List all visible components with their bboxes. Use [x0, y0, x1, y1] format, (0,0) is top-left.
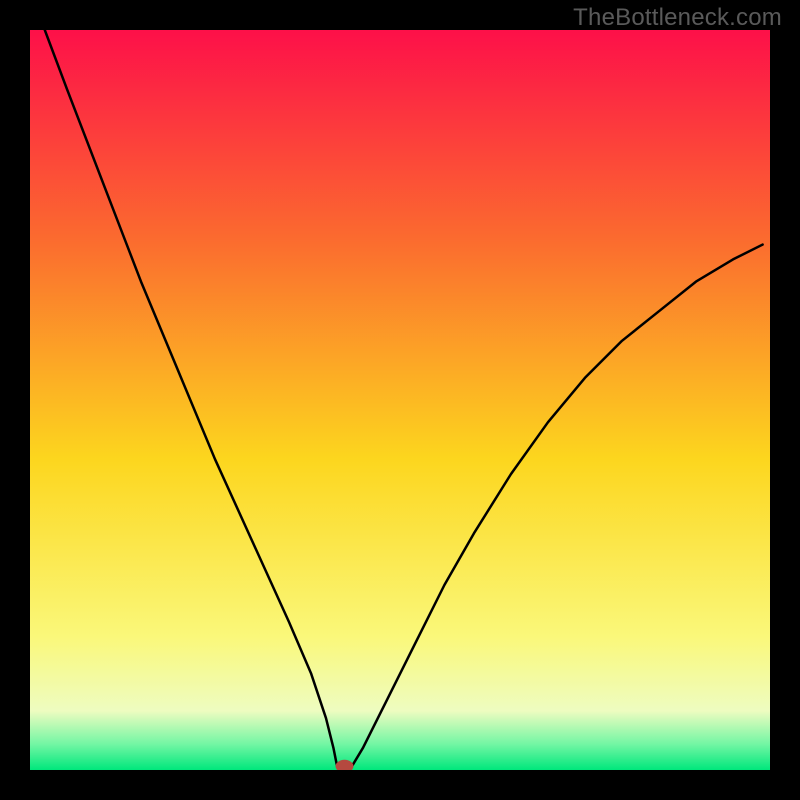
plot-area — [30, 30, 770, 770]
chart-frame: TheBottleneck.com — [0, 0, 800, 800]
plot-svg — [30, 30, 770, 770]
gradient-background — [30, 30, 770, 770]
watermark-text: TheBottleneck.com — [573, 4, 782, 32]
